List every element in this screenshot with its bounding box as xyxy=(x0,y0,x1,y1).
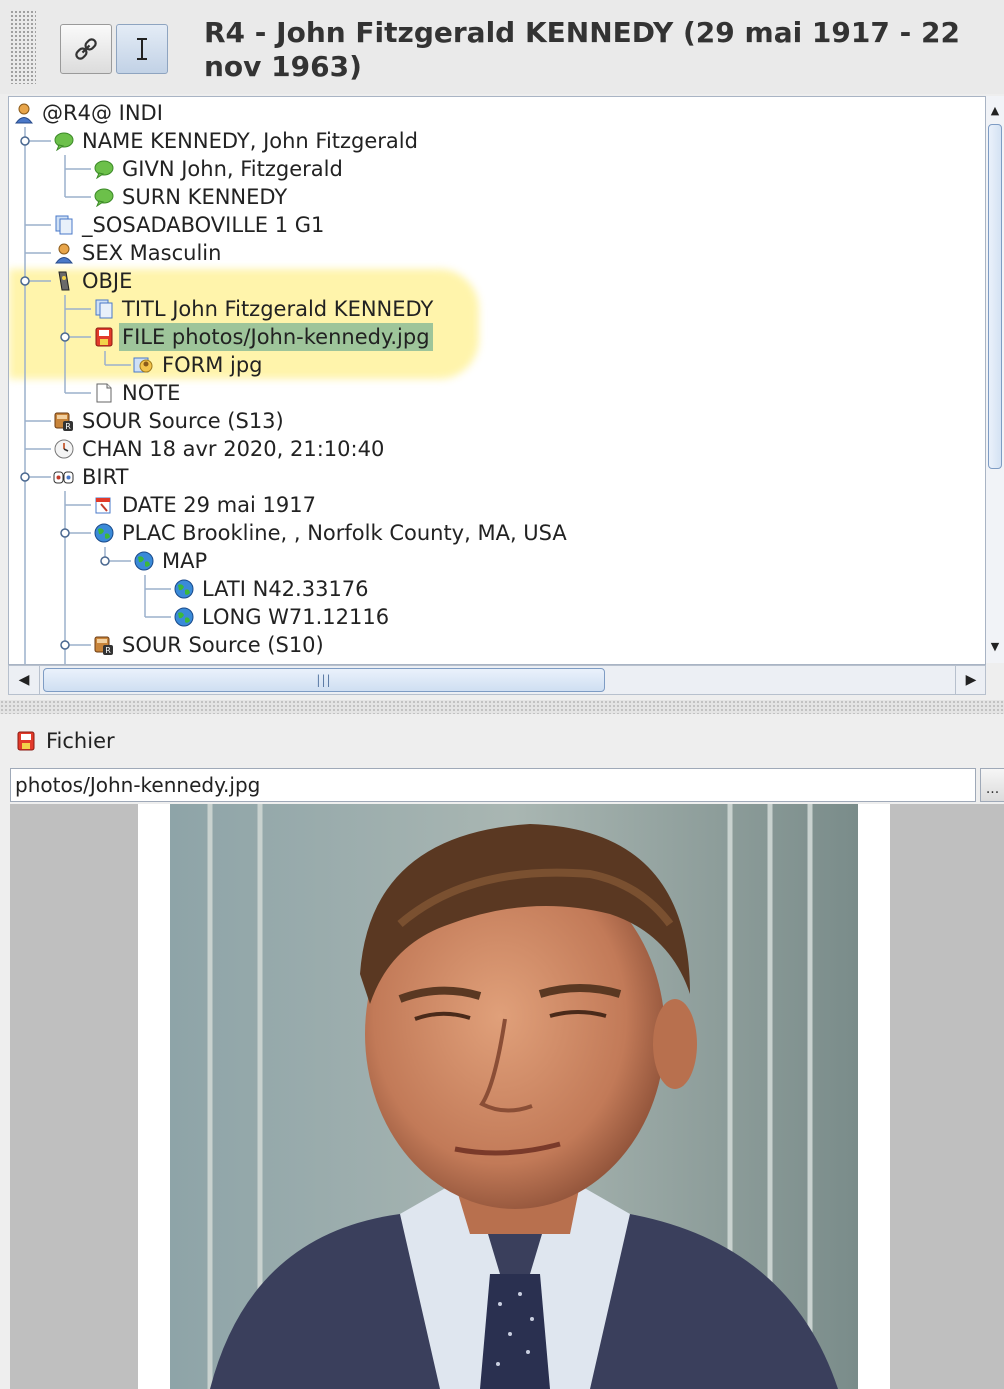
tree-row-titl[interactable]: TITL John Fitzgerald KENNEDY xyxy=(93,295,436,323)
file-icon xyxy=(93,326,115,348)
speech-bubble-icon xyxy=(93,158,115,180)
svg-text:R: R xyxy=(65,422,71,431)
tree-row-file[interactable]: FILE photos/John-kennedy.jpg xyxy=(93,323,433,351)
tree-row-givn[interactable]: GIVN John, Fitzgerald xyxy=(93,155,346,183)
media-object-icon xyxy=(53,270,75,292)
tree-row-date[interactable]: DATE 29 mai 1917 xyxy=(93,491,319,519)
toolbar-grip[interactable] xyxy=(10,10,36,84)
tree-row-label: OBJE xyxy=(82,269,133,293)
tree-row-label: MAP xyxy=(162,549,208,573)
tree-row-label: DATE 29 mai 1917 xyxy=(122,493,316,517)
file-section-label: Fichier xyxy=(46,729,115,753)
tree-row-sex[interactable]: SEX Masculin xyxy=(53,239,224,267)
tree-row-label: GIVN John, Fitzgerald xyxy=(122,157,343,181)
text-cursor-icon xyxy=(137,38,147,60)
tree-row-long[interactable]: LONG W71.12116 xyxy=(173,603,392,631)
tree-row-form[interactable]: FORM jpg xyxy=(133,351,266,379)
tree-row-map[interactable]: MAP xyxy=(133,547,210,575)
tree-row-surn[interactable]: SURN KENNEDY xyxy=(93,183,290,211)
birth-icon xyxy=(53,466,75,488)
horizontal-scroll-thumb[interactable]: ||| xyxy=(43,668,605,692)
tree-row-label: PLAC Brookline, , Norfolk County, MA, US… xyxy=(122,521,567,545)
pages-icon xyxy=(93,298,115,320)
clock-icon xyxy=(53,438,75,460)
tree-row-label: SOUR Source (S13) xyxy=(82,409,284,433)
tree-row-sosadaboville[interactable]: _SOSADABOVILLE 1 G1 xyxy=(53,211,327,239)
tree-row-lati[interactable]: LATI N42.33176 xyxy=(173,575,372,603)
tree-row-label: @R4@ INDI xyxy=(42,101,163,125)
tree-row-label: CHAN 18 avr 2020, 21:10:40 xyxy=(82,437,385,461)
link-button[interactable] xyxy=(60,24,112,74)
browse-button[interactable]: ... xyxy=(980,768,1004,802)
scroll-up-arrow-icon[interactable]: ▲ xyxy=(986,96,1004,124)
pages-icon xyxy=(53,214,75,236)
tree-row-label: NAME KENNEDY, John Fitzgerald xyxy=(82,129,418,153)
tree-row-note[interactable]: NOTE xyxy=(93,379,183,407)
panel-splitter[interactable] xyxy=(0,700,1004,714)
tree-vertical-scrollbar[interactable]: ▲ ▼ xyxy=(986,96,1004,663)
image-preview-area xyxy=(10,804,1004,1389)
tree-row-label: TITL John Fitzgerald KENNEDY xyxy=(122,297,434,321)
tree-horizontal-scrollbar[interactable]: ◀ ||| ▶ xyxy=(8,665,986,695)
speech-bubble-icon xyxy=(53,130,75,152)
portrait-photo xyxy=(170,804,858,1389)
scroll-right-arrow-icon[interactable]: ▶ xyxy=(955,666,986,694)
source-icon: R xyxy=(93,634,115,656)
tree-row-obje[interactable]: OBJE xyxy=(53,267,135,295)
tree-row-sour-s13[interactable]: R SOUR Source (S13) xyxy=(53,407,287,435)
file-icon xyxy=(16,730,38,752)
scroll-left-arrow-icon[interactable]: ◀ xyxy=(9,666,40,694)
source-icon: R xyxy=(53,410,75,432)
file-path-input[interactable] xyxy=(10,768,976,802)
tree-row-label: BIRT xyxy=(82,465,129,489)
tree-row-label: FILE photos/John-kennedy.jpg xyxy=(119,323,433,351)
link-icon xyxy=(75,38,97,60)
tree-row-label: FORM jpg xyxy=(162,353,263,377)
image-frame xyxy=(138,804,890,1389)
note-icon xyxy=(93,382,115,404)
svg-text:R: R xyxy=(105,646,111,655)
calendar-icon xyxy=(93,494,115,516)
tree-row-label: LATI N42.33176 xyxy=(202,577,369,601)
globe-icon xyxy=(93,522,115,544)
file-section-header: Fichier xyxy=(16,726,115,756)
tree-row-sour-s10[interactable]: R SOUR Source (S10) xyxy=(93,631,327,659)
tree-row-label: SURN KENNEDY xyxy=(122,185,288,209)
globe-icon xyxy=(133,550,155,572)
scroll-down-arrow-icon[interactable]: ▼ xyxy=(986,632,1004,660)
speech-bubble-icon xyxy=(93,186,115,208)
vertical-scroll-thumb[interactable] xyxy=(988,124,1002,469)
page-title: R4 - John Fitzgerald KENNEDY (29 mai 191… xyxy=(204,16,960,83)
tree-row-indi[interactable]: @R4@ INDI xyxy=(13,99,166,127)
tree-row-label: SEX Masculin xyxy=(82,241,222,265)
tree-row-label: _SOSADABOVILLE 1 G1 xyxy=(82,213,325,237)
person-icon xyxy=(13,102,35,124)
header-bar: R4 - John Fitzgerald KENNEDY (29 mai 191… xyxy=(0,0,1004,94)
tree-row-birt[interactable]: BIRT xyxy=(53,463,132,491)
gedcom-tree[interactable]: @R4@ INDI NAME KENNEDY, John Fitzgerald … xyxy=(8,96,986,665)
person-icon xyxy=(53,242,75,264)
tree-row-label: SOUR Source (S10) xyxy=(122,633,324,657)
globe-icon xyxy=(173,606,195,628)
tree-row-plac[interactable]: PLAC Brookline, , Norfolk County, MA, US… xyxy=(93,519,570,547)
globe-icon xyxy=(173,578,195,600)
tree-row-chan[interactable]: CHAN 18 avr 2020, 21:10:40 xyxy=(53,435,387,463)
edit-text-button[interactable] xyxy=(116,24,168,74)
tree-row-label: NOTE xyxy=(122,381,181,405)
tree-row-name[interactable]: NAME KENNEDY, John Fitzgerald xyxy=(53,127,421,155)
tree-row-label: LONG W71.12116 xyxy=(202,605,390,629)
image-format-icon xyxy=(133,354,155,376)
